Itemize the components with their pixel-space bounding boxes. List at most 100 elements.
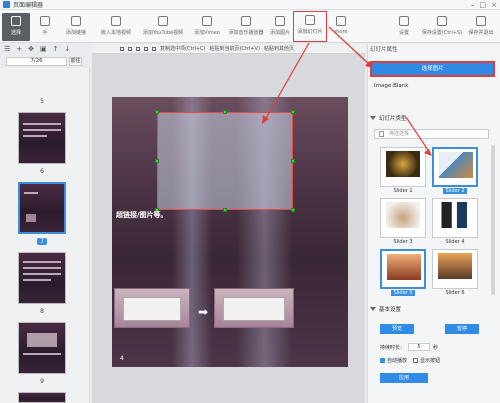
align-icon[interactable] — [120, 46, 124, 51]
basic-settings-section[interactable]: 基本设置 — [370, 305, 401, 313]
slide-screenshot[interactable] — [214, 288, 294, 328]
resize-handle[interactable] — [291, 208, 295, 212]
tab-slideshow-properties[interactable]: 幻灯片属性 — [370, 45, 398, 53]
close-icon[interactable]: × — [491, 1, 497, 9]
minimize-icon[interactable]: – — [471, 1, 475, 9]
page-thumbnail-7[interactable] — [18, 182, 66, 234]
move-icon[interactable]: ✥ — [28, 45, 34, 53]
slide-text[interactable]: 超链接/图片等。 — [116, 210, 168, 220]
align-icon[interactable] — [144, 46, 148, 51]
slider-label: Slider 4 — [445, 239, 465, 245]
move-up-icon[interactable]: ↑ — [53, 45, 59, 53]
add-slideshow-button[interactable]: 添加幻灯片 — [293, 11, 327, 42]
select-tool-button[interactable]: 选择 — [2, 13, 30, 41]
resize-handle[interactable] — [223, 110, 227, 114]
hand-tool-button[interactable]: 手 — [34, 13, 56, 41]
more-icon — [336, 16, 346, 26]
slider-option-3[interactable] — [380, 198, 426, 238]
slider-option-6[interactable] — [432, 249, 478, 289]
page-thumbnail-9[interactable] — [18, 322, 66, 374]
youtube-icon — [158, 16, 168, 26]
align-icon[interactable] — [128, 46, 132, 51]
more-button[interactable]: more — [330, 13, 352, 41]
duration-row: 持续时长： 5 秒 — [380, 343, 439, 351]
add-youtube-button[interactable]: 添加YouTube视频 — [138, 13, 188, 41]
hand-icon — [40, 16, 50, 26]
autoplay-checkbox[interactable]: 自动播放 — [380, 357, 407, 364]
slider-option-4[interactable] — [432, 198, 478, 238]
cursor-icon — [11, 16, 21, 26]
move-down-icon[interactable]: ↓ — [65, 45, 71, 53]
embed-local-video-button[interactable]: 嵌入本地视频 — [96, 13, 136, 41]
window-controls: – □ × — [471, 1, 497, 9]
resize-handle[interactable] — [291, 159, 295, 163]
add-music-player-button[interactable]: 添加音乐播放器 — [224, 13, 268, 41]
slider-option-5[interactable] — [380, 249, 426, 289]
resize-handle[interactable] — [223, 208, 227, 212]
choose-image-button[interactable]: 选择图片 — [370, 61, 495, 77]
thumbnail-number: 8 — [40, 308, 44, 315]
align-icon[interactable] — [136, 46, 140, 51]
checkbox-icon — [413, 358, 419, 363]
panel-scrollbar[interactable] — [491, 145, 495, 295]
go-button[interactable]: 前往 — [69, 57, 82, 66]
pause-button[interactable]: 暂停 — [445, 324, 479, 334]
checkbox-checked-icon — [380, 358, 385, 363]
slider-label-selected: Slider 5 — [391, 290, 415, 296]
duration-input[interactable]: 5 — [408, 343, 431, 351]
slider-label: Slider 3 — [393, 239, 413, 245]
list-view-icon[interactable]: ☰ — [4, 45, 10, 53]
save-and-exit-button[interactable]: 保存并退出 — [466, 13, 496, 41]
align-icon[interactable] — [152, 46, 156, 51]
slider-option-2[interactable] — [432, 147, 478, 187]
link-icon — [71, 16, 81, 26]
slider-type-section[interactable]: 幻灯片类型 — [370, 114, 407, 122]
slide-screenshot[interactable] — [114, 288, 190, 328]
save-exit-icon — [476, 16, 486, 26]
app-logo — [3, 1, 10, 8]
settings-button[interactable]: 设置 — [395, 13, 413, 41]
paste-other-page-button[interactable]: 粘贴到其他页 — [264, 45, 294, 52]
chevron-down-icon — [370, 307, 376, 311]
resize-handle[interactable] — [291, 110, 295, 114]
delete-icon[interactable]: ▣ — [40, 45, 47, 53]
resize-handle[interactable] — [155, 159, 159, 163]
slider-label-selected: Slider 2 — [443, 188, 467, 194]
slider-label: Slider 6 — [445, 290, 465, 296]
arrow-right-icon: ➡ — [198, 305, 209, 319]
slideshow-placeholder[interactable] — [157, 112, 293, 210]
slider-option-1[interactable] — [380, 147, 426, 187]
page-number-input[interactable]: 7/26 — [6, 57, 67, 66]
copy-button[interactable]: 复制选中项(Ctrl+C) — [160, 45, 205, 52]
thumbnail-number: 5 — [40, 98, 44, 105]
main-toolbar: 选择 手 添加链接 嵌入本地视频 添加YouTube视频 添加Vimeo 添加音… — [0, 10, 500, 43]
page-thumbnail-6[interactable] — [18, 112, 66, 164]
thumbnail-number-selected: 7 — [0, 238, 84, 245]
film-icon — [111, 16, 121, 26]
title-bar: 页面编辑器 – □ × — [0, 0, 500, 10]
slide-page-number: 4 — [120, 355, 124, 362]
page-list-toolbar: ☰ + ✥ ▣ ↑ ↓ — [0, 44, 90, 54]
image-icon — [275, 16, 285, 26]
gear-icon — [399, 16, 409, 26]
preview-button[interactable]: 预览 — [380, 324, 414, 334]
add-vimeo-button[interactable]: 添加Vimeo — [190, 13, 224, 41]
add-page-icon[interactable]: + — [16, 45, 22, 53]
maximize-icon[interactable]: □ — [480, 1, 487, 9]
page-thumbnail-10[interactable] — [18, 392, 66, 403]
page-thumbnail-8[interactable] — [18, 252, 66, 304]
slider-filter-input[interactable]: 筛选选择 — [374, 129, 489, 139]
slider-label: Slider 1 — [393, 188, 413, 194]
resize-handle[interactable] — [155, 110, 159, 114]
show-buttons-checkbox[interactable]: 显示按钮 — [413, 357, 440, 364]
add-image-button[interactable]: 添加图片 — [266, 13, 294, 41]
add-link-button[interactable]: 添加链接 — [62, 13, 90, 41]
playback-options: 自动播放 显示按钮 — [380, 357, 440, 364]
thumbnail-number: 6 — [40, 168, 44, 175]
window-title: 页面编辑器 — [13, 2, 44, 9]
music-icon — [241, 16, 251, 26]
canvas-toolbar: 复制选中项(Ctrl+C) 粘贴到当前页(Ctrl+V) 粘贴到其他页 — [92, 44, 365, 54]
save-settings-button[interactable]: 保存设置(Ctrl+S) — [420, 13, 464, 41]
paste-current-page-button[interactable]: 粘贴到当前页(Ctrl+V) — [209, 45, 259, 52]
apply-button[interactable]: 应用 — [380, 373, 428, 383]
